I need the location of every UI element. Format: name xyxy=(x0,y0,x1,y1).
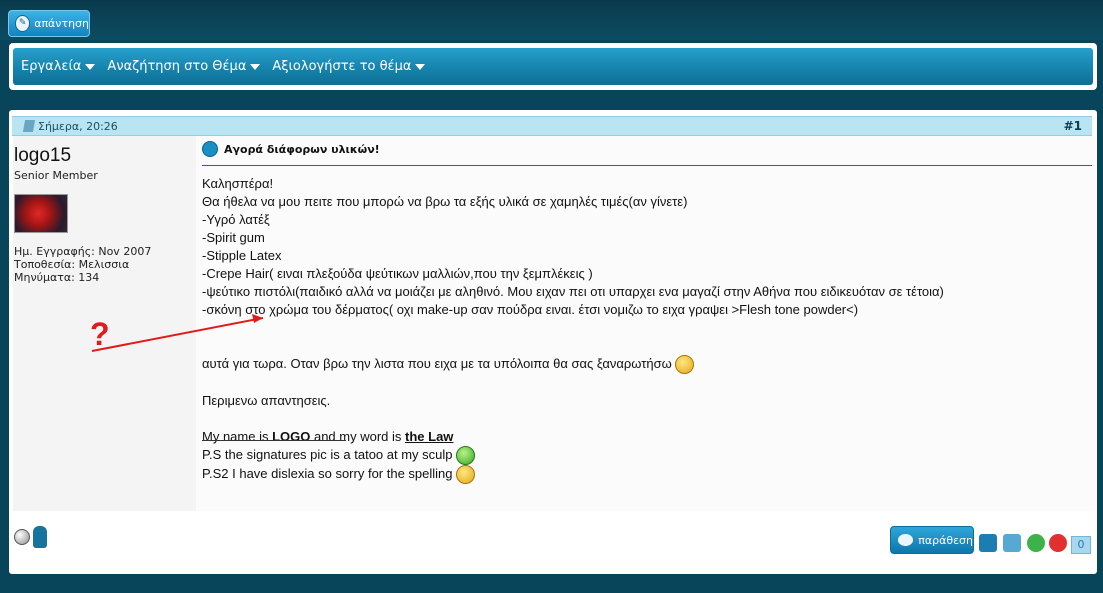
quote-button[interactable]: παράθεση xyxy=(890,526,974,554)
quote-icon xyxy=(898,534,914,546)
arrow-head xyxy=(252,314,263,323)
thumbs-up-icon[interactable] xyxy=(1027,534,1045,552)
quote-button-label: παράθεση xyxy=(918,533,973,547)
user-figure-icon xyxy=(33,526,47,548)
thanks-icon[interactable] xyxy=(979,534,997,552)
annotation-question-mark: ? xyxy=(90,316,110,352)
arrow-line xyxy=(91,317,264,352)
post-status xyxy=(14,526,47,548)
multi-quote-icon[interactable] xyxy=(1003,534,1021,552)
offline-status-icon xyxy=(14,529,30,545)
rating-count: 0 xyxy=(1071,536,1091,554)
annotation-arrow xyxy=(91,314,264,352)
thumbs-down-icon[interactable] xyxy=(1049,534,1067,552)
